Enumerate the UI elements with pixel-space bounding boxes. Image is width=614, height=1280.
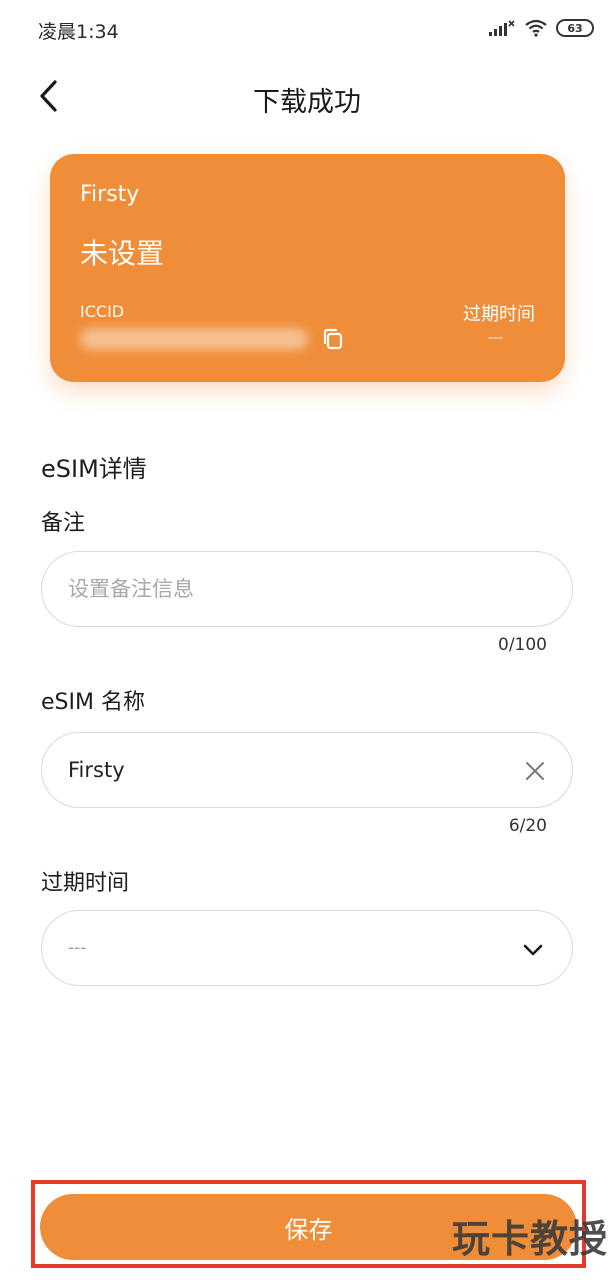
note-counter: 0/100 (498, 635, 547, 655)
card-brand: Firsty (80, 182, 140, 207)
watermark: 玩卡教授 (451, 1217, 608, 1261)
wifi-icon (525, 19, 547, 37)
page-title: 下载成功 (253, 87, 361, 118)
expiry-select-value: --- (68, 938, 87, 958)
nav-header: 下载成功 (0, 60, 614, 134)
note-field[interactable] (41, 551, 573, 627)
name-input[interactable] (68, 758, 546, 782)
chevron-down-icon (523, 944, 543, 956)
name-field[interactable] (41, 732, 573, 808)
status-time: 凌晨1:34 (38, 21, 119, 43)
note-label: 备注 (41, 511, 86, 536)
card-status: 未设置 (80, 237, 165, 270)
expiry-label: 过期时间 (41, 871, 130, 896)
iccid-label: ICCID (80, 302, 125, 321)
expiry-select[interactable]: --- (41, 910, 573, 986)
battery-icon: 63 (556, 19, 594, 37)
clear-icon[interactable] (524, 760, 546, 782)
card-expire-value: --- (487, 330, 503, 346)
card-expire-label: 过期时间 (463, 304, 535, 325)
status-bar: 凌晨1:34 63 (0, 0, 614, 58)
status-icons: 63 (488, 17, 594, 39)
signal-icon (489, 20, 515, 36)
esim-card: Firsty 未设置 ICCID 过期时间 --- (50, 154, 565, 382)
note-input[interactable] (68, 577, 546, 601)
name-counter: 6/20 (508, 816, 547, 836)
section-title: eSIM详情 (41, 455, 147, 483)
copy-icon[interactable] (320, 326, 346, 352)
name-label: eSIM 名称 (41, 690, 145, 715)
iccid-value-redacted (80, 328, 308, 350)
